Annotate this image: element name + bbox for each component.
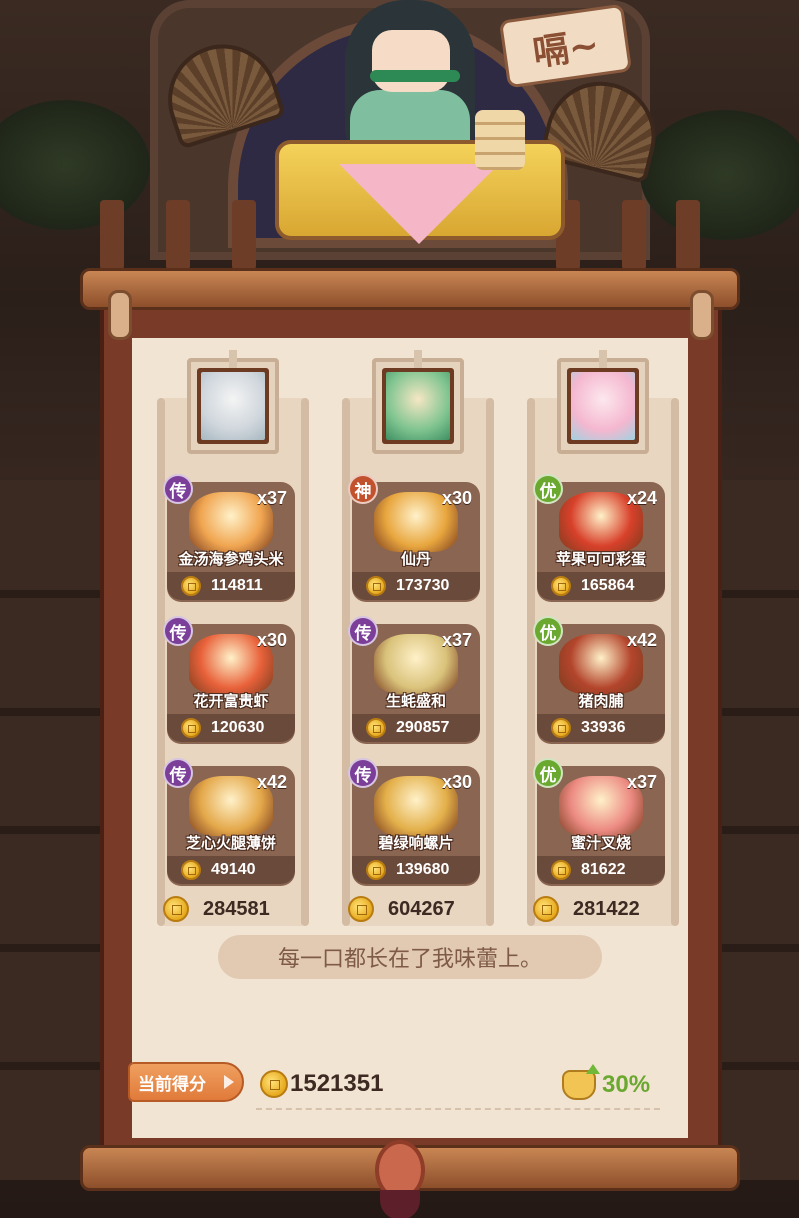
dish-count: x37 — [626, 772, 657, 792]
dish-price-bar: 139680 — [352, 856, 480, 884]
coin-icon — [260, 1070, 288, 1098]
pink-hair-character-portrait-icon[interactable] — [557, 350, 649, 454]
comment-text: 每一口都长在了我味蕾上。 — [277, 947, 542, 972]
dish-card[interactable]: 神 x30 仙丹 173730 — [348, 474, 480, 604]
column-3: 优 x24 苹果可可彩蛋 165864 优 x42 猪肉脯 33936 优 x37 蜜汁叉烧 8162… — [527, 350, 679, 926]
dish-name: 猪肉脯 — [578, 692, 624, 710]
dish-card[interactable]: 传 x42 芝心火腿薄饼 49140 — [163, 758, 295, 888]
dish-count: x37 — [441, 630, 472, 650]
bonus-percent: 30% — [602, 1071, 651, 1098]
dish-name: 花开富贵虾 — [193, 692, 269, 710]
dish-count: x24 — [626, 488, 657, 508]
bonus-display: 30% — [562, 1064, 651, 1100]
dish-price: 81622 — [581, 861, 626, 878]
rarity-badge: 神 — [348, 474, 378, 504]
coin-icon — [551, 718, 571, 738]
dish-count: x30 — [256, 630, 287, 650]
dish-price: 120630 — [211, 719, 265, 736]
flute-icon — [370, 70, 460, 82]
dish-count: x30 — [441, 488, 472, 508]
rod-knob-right — [690, 290, 714, 340]
column-total: 281422 — [533, 896, 640, 922]
dish-card[interactable]: 优 x42 猪肉脯 33936 — [533, 616, 665, 746]
rarity-badge: 传 — [163, 474, 193, 504]
guest-comment: 每一口都长在了我味蕾上。 — [218, 935, 602, 979]
dish-name: 碧绿响螺片 — [378, 834, 454, 852]
score-label: 当前得分 — [138, 1074, 206, 1095]
coin-icon — [181, 860, 201, 880]
coin-icon — [366, 576, 386, 596]
dish-count: x42 — [626, 630, 657, 650]
dish-name: 仙丹 — [400, 550, 431, 568]
dish-price: 173730 — [396, 577, 450, 594]
current-score-tag: 当前得分 — [128, 1062, 244, 1102]
column-total: 284581 — [163, 896, 270, 922]
dish-price: 165864 — [581, 577, 635, 594]
coin-icon — [163, 896, 189, 922]
dish-name: 蜜汁叉烧 — [570, 834, 631, 852]
bonus-pot-icon — [562, 1064, 600, 1100]
game-screen: 嗝~ 传 x37 金汤海参鸡头米 114811 传 x30 花开富贵虾 120630 传 x42 芝… — [0, 0, 799, 1218]
dish-card[interactable]: 传 x37 金汤海参鸡头米 114811 — [163, 474, 295, 604]
dish-card[interactable]: 优 x37 蜜汁叉烧 81622 — [533, 758, 665, 888]
rarity-badge: 传 — [163, 616, 193, 646]
coin-icon — [181, 718, 201, 738]
dish-price: 139680 — [396, 861, 450, 878]
column-total: 604267 — [348, 896, 455, 922]
dish-price: 49140 — [211, 861, 256, 878]
green-hair-character-portrait-icon[interactable] — [372, 350, 464, 454]
dish-card[interactable]: 传 x37 生蚝盛和 290857 — [348, 616, 480, 746]
coin-icon — [366, 860, 386, 880]
dish-count: x30 — [441, 772, 472, 792]
dish-card[interactable]: 传 x30 花开富贵虾 120630 — [163, 616, 295, 746]
dish-price-bar: 114811 — [167, 572, 295, 600]
dish-price-bar: 290857 — [352, 714, 480, 742]
dish-price-bar: 33936 — [537, 714, 665, 742]
white-hair-character-portrait-icon[interactable] — [187, 350, 279, 454]
column-2: 神 x30 仙丹 173730 传 x37 生蚝盛和 290857 传 x30 碧绿响螺片 13968… — [342, 350, 494, 926]
dish-name: 苹果可可彩蛋 — [555, 550, 646, 568]
dish-price: 290857 — [396, 719, 450, 736]
column-total-value: 604267 — [388, 897, 455, 920]
dish-name: 芝心火腿薄饼 — [185, 834, 276, 852]
dish-price-bar: 49140 — [167, 856, 295, 884]
dish-card[interactable]: 优 x24 苹果可可彩蛋 165864 — [533, 474, 665, 604]
column-1: 传 x37 金汤海参鸡头米 114811 传 x30 花开富贵虾 120630 传 x42 芝心火腿… — [157, 350, 309, 926]
coin-icon — [348, 896, 374, 922]
rarity-badge: 优 — [533, 474, 563, 504]
rod-knob-left — [108, 290, 132, 340]
score-value: 1521351 — [290, 1070, 384, 1097]
coin-icon — [551, 576, 571, 596]
dish-price-bar: 173730 — [352, 572, 480, 600]
dish-price-bar: 120630 — [167, 714, 295, 742]
rarity-badge: 优 — [533, 758, 563, 788]
dish-name: 生蚝盛和 — [385, 692, 446, 710]
dish-price-bar: 81622 — [537, 856, 665, 884]
stacked-bowls-icon — [475, 110, 525, 170]
dish-price: 114811 — [211, 577, 263, 594]
coin-icon — [366, 718, 386, 738]
rarity-badge: 优 — [533, 616, 563, 646]
dish-count: x42 — [256, 772, 287, 792]
dish-price-bar: 165864 — [537, 572, 665, 600]
coin-icon — [533, 896, 559, 922]
scroll-rod-top — [80, 268, 740, 310]
dish-name: 金汤海参鸡头米 — [178, 550, 284, 568]
score-display: 1521351 — [260, 1070, 383, 1098]
side-wall-left — [0, 480, 110, 1180]
rarity-badge: 传 — [348, 758, 378, 788]
dish-card[interactable]: 传 x30 碧绿响螺片 139680 — [348, 758, 480, 888]
rarity-badge: 传 — [348, 616, 378, 646]
dish-count: x37 — [256, 488, 287, 508]
arrow-right-icon — [224, 1075, 234, 1089]
tassel-icon — [380, 1190, 420, 1218]
dish-price: 33936 — [581, 719, 626, 736]
column-total-value: 281422 — [573, 897, 640, 920]
coin-icon — [551, 860, 571, 880]
divider — [256, 1108, 660, 1110]
coin-icon — [181, 576, 201, 596]
rarity-badge: 传 — [163, 758, 193, 788]
column-total-value: 284581 — [203, 897, 270, 920]
